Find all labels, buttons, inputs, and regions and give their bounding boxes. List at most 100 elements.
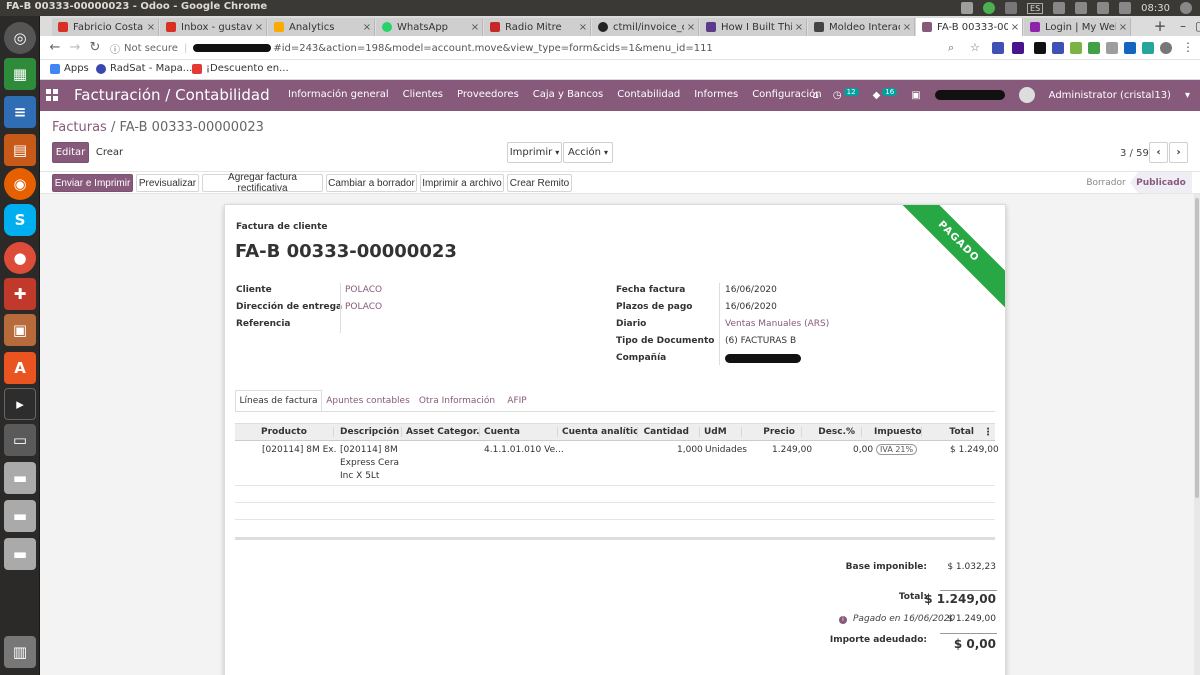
caret-down-icon[interactable]: ▾: [1185, 90, 1190, 101]
close-tab-icon[interactable]: ×: [792, 22, 806, 33]
col-total[interactable]: Total: [922, 427, 976, 437]
close-tab-icon[interactable]: ×: [360, 22, 374, 33]
action-dropdown[interactable]: Acción ▾: [563, 142, 613, 163]
bank-icon[interactable]: ⌂: [813, 90, 819, 101]
close-tab-icon[interactable]: ×: [1008, 22, 1022, 33]
network-icon[interactable]: [1005, 2, 1018, 14]
extension-icon[interactable]: [992, 42, 1004, 54]
optional-columns-icon[interactable]: ⋮: [983, 427, 993, 438]
browser-tab[interactable]: Analytics ×: [268, 18, 375, 36]
app-title[interactable]: Facturación / Contabilidad: [74, 86, 270, 104]
menu-clientes[interactable]: Clientes: [403, 89, 443, 100]
col-account[interactable]: Cuenta: [480, 427, 558, 437]
battery-icon[interactable]: [1075, 2, 1088, 14]
minimize-icon[interactable]: –: [1180, 19, 1186, 33]
line-uom[interactable]: Unidades: [705, 445, 747, 455]
drive-icon-3[interactable]: ▬: [4, 538, 36, 570]
line-description-3[interactable]: Inc X 5Lt: [340, 471, 379, 481]
apps-menu-icon[interactable]: [46, 89, 58, 101]
create-button[interactable]: Crear: [92, 142, 127, 163]
window-icon[interactable]: ▭: [4, 424, 36, 456]
tab-afip[interactable]: AFIP: [501, 390, 533, 412]
menu-informacion-general[interactable]: Información general: [288, 89, 389, 100]
line-account[interactable]: 4.1.1.01.010 Ve...: [484, 445, 564, 455]
preview-button[interactable]: Previsualizar: [136, 174, 199, 192]
menu-configuracion[interactable]: Configuración: [752, 89, 821, 100]
print-dropdown[interactable]: Imprimir ▾: [507, 142, 562, 163]
col-uom[interactable]: UdM: [700, 427, 742, 437]
tab-other-info[interactable]: Otra Información: [415, 390, 499, 412]
extension-icon[interactable]: [1106, 42, 1118, 54]
new-tab-icon[interactable]: +: [1150, 18, 1170, 36]
presentation-icon[interactable]: ▤: [4, 134, 36, 166]
writer-icon[interactable]: ≡: [4, 96, 36, 128]
close-tab-icon[interactable]: ×: [1116, 22, 1130, 33]
pager-previous-icon[interactable]: ‹: [1149, 142, 1168, 163]
restore-icon[interactable]: ▢: [1195, 19, 1200, 33]
content-scrollbar[interactable]: [1194, 194, 1200, 675]
extension-icon[interactable]: [1070, 42, 1082, 54]
payment-info-icon[interactable]: i: [839, 616, 847, 624]
power-icon[interactable]: [1180, 2, 1192, 14]
browser-tab[interactable]: How I Built This ×: [700, 18, 807, 36]
send-and-print-button[interactable]: Enviar e Imprimir: [52, 174, 133, 192]
browser-tab-active[interactable]: FA-B 00333-0000×: [916, 18, 1023, 36]
spreadsheet-icon[interactable]: ▦: [4, 58, 36, 90]
col-analytic-account[interactable]: Cuenta analític...: [558, 427, 638, 437]
browser-tab[interactable]: Radio Mitre ×: [484, 18, 591, 36]
add-credit-note-button[interactable]: Agregar factura rectificativa: [202, 172, 323, 194]
line-product[interactable]: [020114] 8M Ex...: [262, 445, 336, 455]
customer-field[interactable]: POLACO: [345, 285, 382, 295]
drive-icon[interactable]: ▬: [4, 462, 36, 494]
print-to-file-button[interactable]: Imprimir a archivo: [420, 174, 504, 192]
chat-bubble-icon[interactable]: ◆ 16: [873, 87, 898, 101]
line-quantity[interactable]: 1,000: [677, 445, 703, 455]
activity-clock-icon[interactable]: ◷ 12: [833, 87, 859, 101]
line-price[interactable]: 1.249,00: [772, 445, 812, 455]
bookmark-apps[interactable]: Apps: [50, 63, 89, 74]
stage-publicado[interactable]: Publicado: [1130, 172, 1192, 193]
sync-ok-icon[interactable]: [983, 2, 996, 14]
extension-icon[interactable]: [1124, 42, 1136, 54]
pager-next-icon[interactable]: ›: [1169, 142, 1188, 163]
chrome-icon[interactable]: ●: [4, 242, 36, 274]
col-product[interactable]: Producto: [235, 427, 334, 437]
profile-avatar[interactable]: [1160, 42, 1172, 54]
payment-terms-field[interactable]: 16/06/2020: [725, 302, 777, 312]
edit-button[interactable]: Editar: [52, 142, 89, 163]
col-description[interactable]: Descripción: [336, 427, 402, 437]
invoice-date-field[interactable]: 16/06/2020: [725, 285, 777, 295]
dropbox-icon[interactable]: [961, 2, 974, 14]
pager-value[interactable]: 3 / 59: [1120, 148, 1149, 159]
skype-icon[interactable]: S: [4, 204, 36, 236]
breadcrumb-facturas[interactable]: Facturas: [52, 120, 107, 135]
line-description-1[interactable]: [020114] 8M: [340, 445, 398, 455]
browser-tab[interactable]: Moldeo Interact ×: [808, 18, 915, 36]
zoom-icon[interactable]: ⌕: [948, 41, 954, 55]
document-type-field[interactable]: (6) FACTURAS B: [725, 336, 796, 346]
line-description-2[interactable]: Express Cera: [340, 458, 399, 468]
reload-icon[interactable]: ↻: [86, 39, 104, 57]
scrollbar-thumb[interactable]: [1195, 198, 1199, 498]
terminal-icon[interactable]: ▸: [4, 388, 36, 420]
files-icon[interactable]: ▣: [4, 314, 36, 346]
journal-field[interactable]: Ventas Manuales (ARS): [725, 319, 829, 329]
col-taxes[interactable]: Impuestos: [862, 427, 922, 437]
extension-icon[interactable]: [1034, 42, 1046, 54]
drive-icon-2[interactable]: ▬: [4, 500, 36, 532]
software-center-icon[interactable]: A: [4, 352, 36, 384]
browser-tab[interactable]: Fabricio Costa s ×: [52, 18, 159, 36]
line-tax-tag[interactable]: IVA 21%: [876, 444, 918, 455]
volume-icon[interactable]: [1119, 2, 1132, 14]
col-quantity[interactable]: Cantidad: [638, 427, 700, 437]
stage-borrador[interactable]: Borrador: [1077, 172, 1135, 193]
extension-icon[interactable]: [1012, 42, 1024, 54]
col-asset-category[interactable]: Asset Categor...: [402, 427, 480, 437]
info-icon[interactable]: ⓘ: [110, 41, 120, 56]
menu-caja-y-bancos[interactable]: Caja y Bancos: [533, 89, 603, 100]
create-delivery-button[interactable]: Crear Remito: [507, 174, 572, 192]
col-price[interactable]: Precio: [742, 427, 802, 437]
clock[interactable]: 08:30: [1141, 3, 1170, 14]
close-tab-icon[interactable]: ×: [468, 22, 482, 33]
chrome-menu-icon[interactable]: ⋮: [1182, 40, 1194, 54]
